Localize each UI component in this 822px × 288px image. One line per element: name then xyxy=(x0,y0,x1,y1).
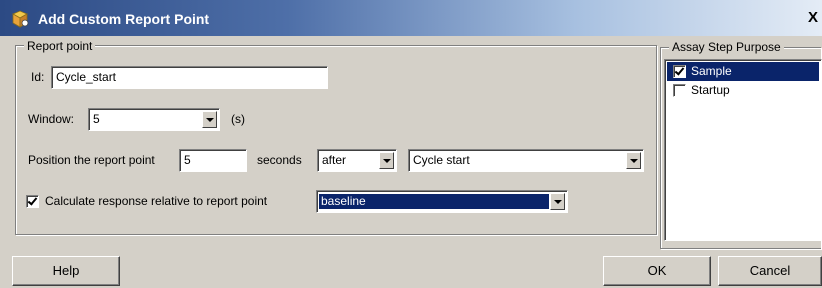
id-label: Id: xyxy=(31,70,45,84)
position-label: Position the report point xyxy=(28,153,155,167)
ok-button[interactable]: OK xyxy=(603,256,711,286)
window-label: Window: xyxy=(28,112,75,126)
chevron-down-icon[interactable] xyxy=(202,111,217,128)
event-select-value: Cycle start xyxy=(413,153,470,167)
event-select[interactable]: Cycle start xyxy=(408,149,644,172)
id-field[interactable]: Cycle_start xyxy=(51,66,328,89)
chevron-down-icon[interactable] xyxy=(550,193,565,210)
help-button[interactable]: Help xyxy=(12,256,120,286)
window-title: Add Custom Report Point xyxy=(38,11,210,27)
window-select[interactable]: 5 xyxy=(88,108,220,131)
report-point-icon xyxy=(11,10,29,28)
report-point-group-label: Report point xyxy=(24,39,96,53)
calculate-response-checkbox[interactable] xyxy=(26,195,39,208)
assay-step-group-label: Assay Step Purpose xyxy=(669,40,784,54)
startup-checkbox[interactable] xyxy=(673,84,686,97)
window-select-value: 5 xyxy=(93,112,100,126)
seconds-label: seconds xyxy=(257,153,302,167)
list-item-sample[interactable]: Sample xyxy=(667,62,819,81)
list-item-label: Startup xyxy=(691,83,730,97)
close-icon[interactable]: X xyxy=(805,10,821,26)
sample-checkbox[interactable] xyxy=(673,65,686,78)
position-field[interactable]: 5 xyxy=(179,149,247,172)
calculate-response-label: Calculate response relative to report po… xyxy=(45,194,268,208)
assay-step-list[interactable]: Sample Startup xyxy=(664,59,822,241)
direction-select-value: after xyxy=(322,153,347,167)
direction-select[interactable]: after xyxy=(317,149,397,172)
cancel-button[interactable]: Cancel xyxy=(718,256,822,286)
list-item-label: Sample xyxy=(691,64,732,78)
relative-select[interactable]: baseline xyxy=(316,190,568,213)
chevron-down-icon[interactable] xyxy=(626,152,641,169)
window-unit-label: (s) xyxy=(231,112,245,126)
list-item-startup[interactable]: Startup xyxy=(667,81,819,100)
relative-select-value: baseline xyxy=(319,194,549,209)
chevron-down-icon[interactable] xyxy=(379,152,394,169)
